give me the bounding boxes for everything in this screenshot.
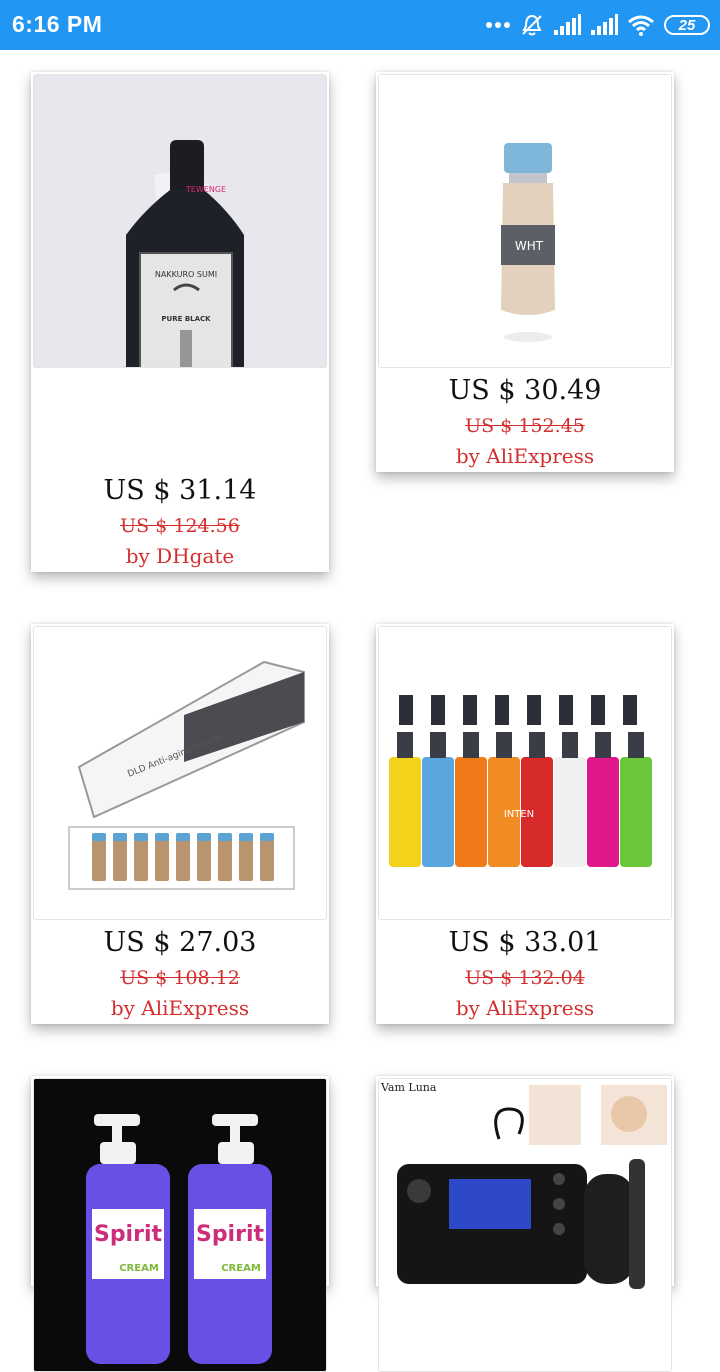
product-image[interactable]: DLD Anti-aging Serum xyxy=(33,626,327,920)
ink-set-image: INTEN xyxy=(379,627,671,919)
serum-vial-image: WHT xyxy=(379,75,671,367)
battery-level: 25 xyxy=(678,16,696,34)
bottle-label: TEWENGE xyxy=(185,185,226,194)
status-time: 6:16 PM xyxy=(12,11,103,37)
bottle-subtext: PURE BLACK xyxy=(161,315,211,323)
product-seller[interactable]: by AliExpress xyxy=(376,996,674,1020)
vial-label: WHT xyxy=(515,239,544,253)
machine-brand: Vam Luna xyxy=(380,1081,437,1094)
product-price: US $ 27.03 xyxy=(103,927,257,958)
product-image[interactable]: Spirit Spirit CREAM CREAM xyxy=(33,1078,327,1372)
ink-brand: INTEN xyxy=(504,809,534,820)
cream-label-1: Spirit xyxy=(94,1222,163,1247)
serum-box-image: DLD Anti-aging Serum xyxy=(34,627,326,919)
product-seller[interactable]: by AliExpress xyxy=(376,444,674,468)
battery-icon: 25 xyxy=(664,15,710,35)
product-image[interactable]: Vam Luna xyxy=(378,1078,672,1372)
product-price: US $ 33.01 xyxy=(448,927,602,958)
cream-sub-1: CREAM xyxy=(119,1263,159,1274)
product-card[interactable]: Vam Luna xyxy=(376,1076,674,1372)
product-card[interactable]: DLD Anti-aging Serum US $ 27.03 US $ 108… xyxy=(31,624,329,1024)
more-dots-icon xyxy=(486,22,510,28)
product-price: US $ 30.49 xyxy=(448,375,602,406)
product-image[interactable]: INTEN xyxy=(378,626,672,920)
product-old-price: US $ 124.56 xyxy=(120,515,240,537)
status-bar: 6:16 PM 25 xyxy=(0,0,720,50)
signal-icon-1 xyxy=(554,14,581,35)
ink-bottle-image: NAKKURO SUMI PURE BLACK TEWENGE xyxy=(34,75,326,367)
product-card[interactable]: Spirit Spirit CREAM CREAM xyxy=(31,1076,329,1372)
product-old-price: US $ 108.12 xyxy=(120,967,240,989)
product-image[interactable]: NAKKURO SUMI PURE BLACK TEWENGE xyxy=(33,74,327,368)
cream-sub-2: CREAM xyxy=(221,1263,261,1274)
transfer-cream-image: Spirit Spirit CREAM CREAM xyxy=(34,1079,326,1371)
product-price: US $ 31.14 xyxy=(103,475,257,506)
bottle-brand: NAKKURO SUMI xyxy=(155,270,217,279)
status-icons: 25 xyxy=(485,10,710,40)
tattoo-machine-image: Vam Luna xyxy=(379,1079,671,1371)
product-seller[interactable]: by AliExpress xyxy=(31,996,329,1020)
alarm-off-icon xyxy=(522,14,542,36)
product-old-price: US $ 132.04 xyxy=(465,967,585,989)
product-seller[interactable]: by DHgate xyxy=(31,544,329,568)
signal-icon-2 xyxy=(591,14,618,35)
wifi-icon xyxy=(628,15,654,36)
product-image[interactable]: WHT xyxy=(378,74,672,368)
product-card[interactable]: WHT US $ 30.49 US $ 152.45 by AliExpress xyxy=(376,72,674,472)
product-card[interactable]: INTEN US $ 33.01 US $ 132.04 by AliExpre… xyxy=(376,624,674,1024)
product-card[interactable]: NAKKURO SUMI PURE BLACK TEWENGE US $ 31.… xyxy=(31,72,329,572)
product-old-price: US $ 152.45 xyxy=(465,415,585,437)
cream-label-2: Spirit xyxy=(196,1222,265,1247)
